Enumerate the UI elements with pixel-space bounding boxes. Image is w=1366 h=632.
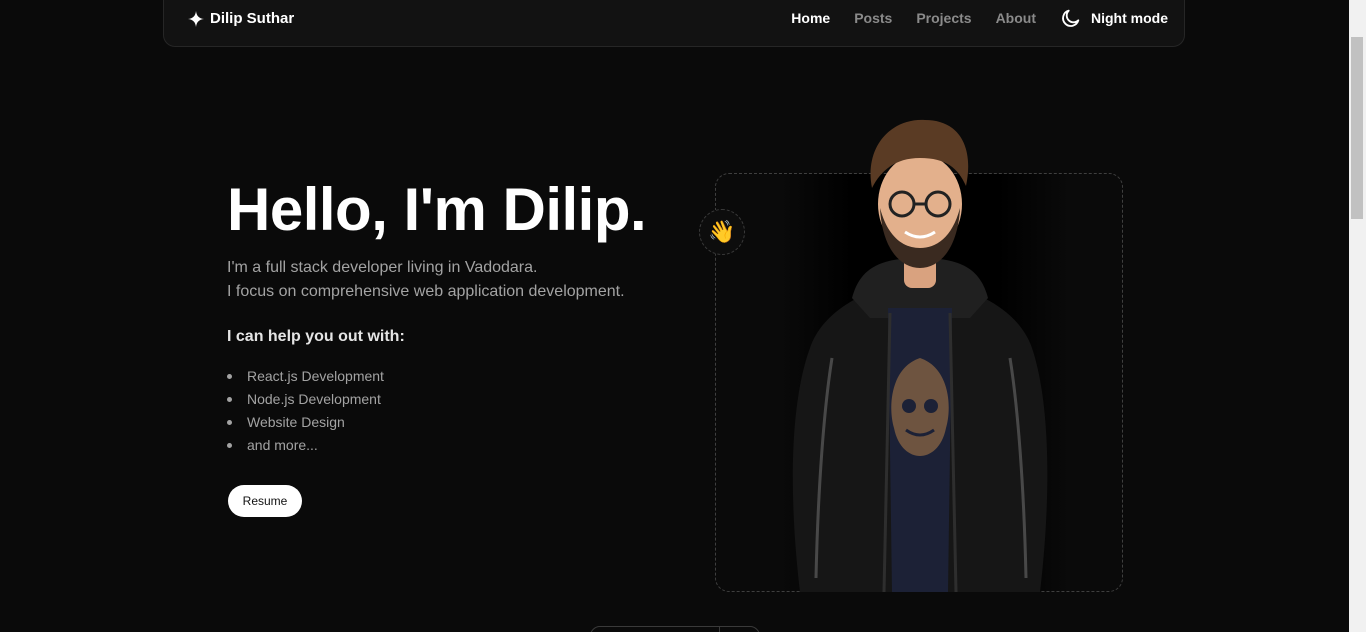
hero-title: Hello, I'm Dilip. (227, 176, 647, 243)
avatar-illustration (792, 119, 1048, 592)
hero-description-line-1: I'm a full stack developer living in Vad… (227, 259, 538, 276)
service-item: Node.js Development (227, 388, 384, 411)
waving-hand-icon: 👋 (708, 219, 736, 244)
brand[interactable]: Dilip Suthar (188, 10, 294, 27)
services-list: React.js Development Node.js Development… (227, 365, 384, 457)
navbar: Dilip Suthar Home Posts Projects About N… (163, 0, 1185, 47)
resume-button[interactable]: Resume (228, 485, 302, 517)
divider (719, 627, 720, 632)
moon-icon (1062, 9, 1080, 27)
page: Dilip Suthar Home Posts Projects About N… (0, 0, 1349, 632)
night-mode-toggle[interactable]: Night mode (1060, 7, 1168, 29)
grid-background (0, 0, 1349, 340)
nav-link-home[interactable]: Home (791, 10, 830, 26)
hero-description-line-2: I focus on comprehensive web application… (227, 283, 625, 300)
night-mode-label: Night mode (1091, 10, 1168, 26)
nav-link-posts[interactable]: Posts (854, 10, 892, 26)
service-item: Website Design (227, 411, 384, 434)
scrollbar[interactable] (1349, 0, 1366, 632)
brand-name: Dilip Suthar (210, 10, 295, 27)
scrollbar-thumb[interactable] (1351, 37, 1363, 219)
service-item: React.js Development (227, 365, 384, 388)
service-item: and more... (227, 434, 384, 457)
sparkle-icon (188, 10, 204, 27)
nav-link-about[interactable]: About (996, 10, 1036, 26)
nav-links: Home Posts Projects About Night mode (767, 7, 1168, 29)
wave-badge: 👋 (699, 209, 745, 255)
hero-description: I'm a full stack developer living in Vad… (227, 256, 625, 304)
bottom-toolbar-partial (590, 626, 760, 632)
services-heading: I can help you out with: (227, 328, 405, 345)
nav-link-projects[interactable]: Projects (916, 10, 971, 26)
